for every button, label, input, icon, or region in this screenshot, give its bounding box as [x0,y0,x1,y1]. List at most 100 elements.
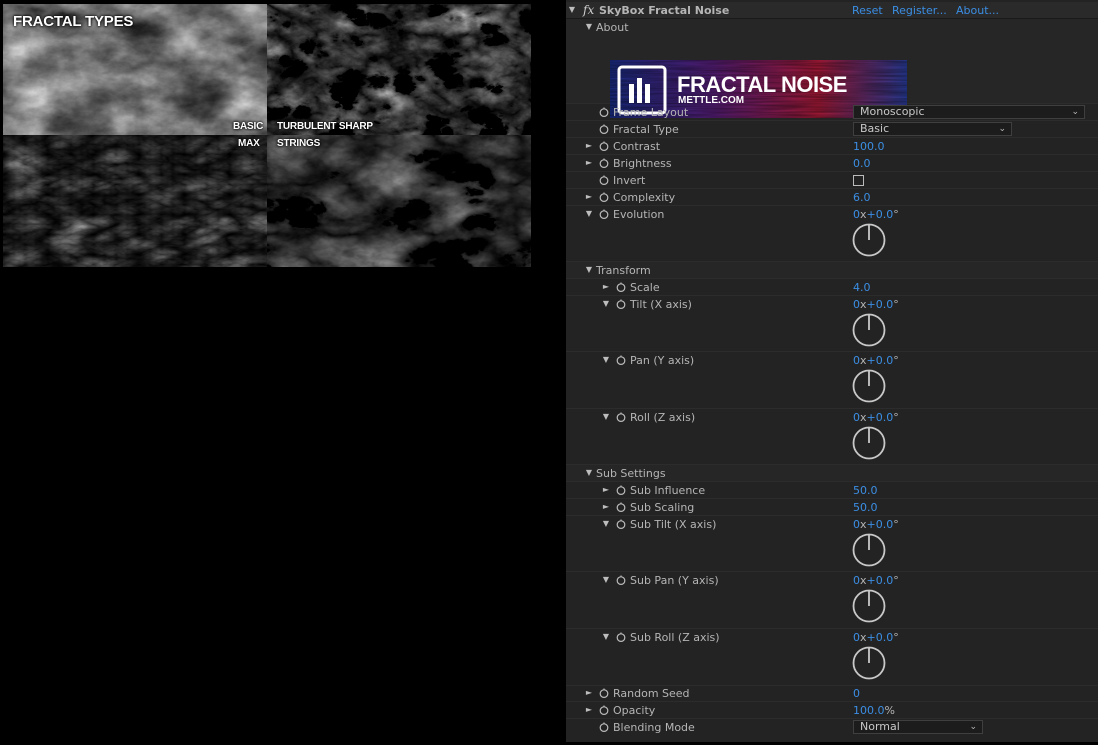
expand-arrow-icon[interactable]: ► [601,282,611,292]
invert-checkbox[interactable] [853,175,864,186]
label-max: MAX [238,138,260,149]
complexity-label: Complexity [613,191,676,204]
pan-value[interactable]: 0x+0.0° [853,354,899,367]
contrast-value[interactable]: 100.0 [853,140,885,153]
evolution-row: ▼ Evolution 0x+0.0° [566,206,1098,262]
sub-tilt-value[interactable]: 0x+0.0° [853,518,899,531]
stopwatch-icon[interactable] [599,141,609,151]
collapse-arrow-icon[interactable]: ▼ [584,209,594,219]
opacity-value[interactable]: 100.0% [853,704,895,717]
evolution-angle-dial[interactable] [852,223,886,257]
expand-arrow-icon[interactable]: ► [584,192,594,202]
stopwatch-icon[interactable] [616,485,626,495]
sub-settings-label: Sub Settings [596,467,666,480]
sub-scaling-value[interactable]: 50.0 [853,501,878,514]
sub-roll-value[interactable]: 0x+0.0° [853,631,899,644]
roll-value[interactable]: 0x+0.0° [853,411,899,424]
sub-tilt-row: ▼ Sub Tilt (X axis) 0x+0.0° [566,516,1098,572]
frame-layout-dropdown[interactable]: Monoscopic ⌄ [853,105,1085,119]
roll-row: ▼ Roll (Z axis) 0x+0.0° [566,409,1098,465]
tilt-angle-dial[interactable] [852,313,886,347]
stopwatch-icon[interactable] [599,175,609,185]
evolution-label: Evolution [613,208,665,221]
expand-effect-icon[interactable]: ▼ [567,5,577,15]
roll-angle-dial[interactable] [852,426,886,460]
stopwatch-icon[interactable] [599,124,609,134]
strings-fractal-image [267,135,531,267]
fx-icon[interactable]: fx [583,3,594,17]
blending-mode-value: Normal [860,720,900,733]
sub-pan-label: Sub Pan (Y axis) [630,574,719,587]
sub-roll-label: Sub Roll (Z axis) [630,631,720,644]
tilt-value[interactable]: 0x+0.0° [853,298,899,311]
preview-title: FRACTAL TYPES [13,13,134,30]
label-turbulent-sharp: TURBULENT SHARP [277,121,373,132]
stopwatch-icon[interactable] [599,107,609,117]
invert-label: Invert [613,174,646,187]
stopwatch-icon[interactable] [616,502,626,512]
blending-mode-label: Blending Mode [613,721,695,734]
expand-arrow-icon[interactable]: ► [584,158,594,168]
scale-value[interactable]: 4.0 [853,281,871,294]
fractal-type-label: Fractal Type [613,123,679,136]
fractal-type-dropdown[interactable]: Basic ⌄ [853,122,1012,136]
sub-influence-row: ► Sub Influence 50.0 [566,482,1098,499]
collapse-arrow-icon[interactable]: ▼ [601,632,611,642]
collapse-arrow-icon[interactable]: ▼ [601,519,611,529]
effect-name: SkyBox Fractal Noise [599,4,730,17]
sub-scaling-label: Sub Scaling [630,501,695,514]
complexity-value[interactable]: 6.0 [853,191,871,204]
blending-mode-dropdown[interactable]: Normal ⌄ [853,720,983,734]
about-expand-icon[interactable]: ▼ [584,22,594,32]
tilt-label: Tilt (X axis) [630,298,692,311]
sub-roll-angle-dial[interactable] [852,646,886,680]
stopwatch-icon[interactable] [599,688,609,698]
pan-row: ▼ Pan (Y axis) 0x+0.0° [566,352,1098,409]
stopwatch-icon[interactable] [616,355,626,365]
stopwatch-icon[interactable] [616,632,626,642]
about-label: About [596,21,629,34]
collapse-arrow-icon[interactable]: ▼ [601,575,611,585]
pan-angle-dial[interactable] [852,369,886,403]
reset-link[interactable]: Reset [852,4,883,17]
collapse-arrow-icon[interactable]: ▼ [584,265,594,275]
blending-mode-row: Blending Mode Normal ⌄ [566,719,1098,736]
invert-row: Invert [566,172,1098,189]
stopwatch-icon[interactable] [616,299,626,309]
sub-pan-value[interactable]: 0x+0.0° [853,574,899,587]
stopwatch-icon[interactable] [599,192,609,202]
sub-tilt-angle-dial[interactable] [852,533,886,567]
collapse-arrow-icon[interactable]: ▼ [601,355,611,365]
collapse-arrow-icon[interactable]: ▼ [584,468,594,478]
brightness-row: ► Brightness 0.0 [566,155,1098,172]
register-link[interactable]: Register... [892,4,947,17]
complexity-row: ► Complexity 6.0 [566,189,1098,206]
stopwatch-icon[interactable] [616,519,626,529]
effect-controls-panel: ▼ fx SkyBox Fractal Noise Reset Register… [566,0,1098,742]
stopwatch-icon[interactable] [616,575,626,585]
collapse-arrow-icon[interactable]: ▼ [601,412,611,422]
stopwatch-icon[interactable] [599,209,609,219]
about-link[interactable]: About... [956,4,999,17]
stopwatch-icon[interactable] [599,705,609,715]
expand-arrow-icon[interactable]: ► [584,141,594,151]
stopwatch-icon[interactable] [616,282,626,292]
chevron-down-icon: ⌄ [1071,107,1079,117]
collapse-arrow-icon[interactable]: ▼ [601,299,611,309]
evolution-value[interactable]: 0x+0.0° [853,208,899,221]
effect-header[interactable]: ▼ fx SkyBox Fractal Noise Reset Register… [566,2,1098,19]
brightness-value[interactable]: 0.0 [853,157,871,170]
scale-label: Scale [630,281,660,294]
stopwatch-icon[interactable] [599,158,609,168]
frame-layout-value: Monoscopic [860,105,925,118]
expand-arrow-icon[interactable]: ► [584,705,594,715]
random-seed-value[interactable]: 0 [853,687,860,700]
expand-arrow-icon[interactable]: ► [601,502,611,512]
random-seed-label: Random Seed [613,687,690,700]
expand-arrow-icon[interactable]: ► [584,688,594,698]
stopwatch-icon[interactable] [616,412,626,422]
sub-pan-angle-dial[interactable] [852,589,886,623]
stopwatch-icon[interactable] [599,722,609,732]
expand-arrow-icon[interactable]: ► [601,485,611,495]
sub-influence-value[interactable]: 50.0 [853,484,878,497]
